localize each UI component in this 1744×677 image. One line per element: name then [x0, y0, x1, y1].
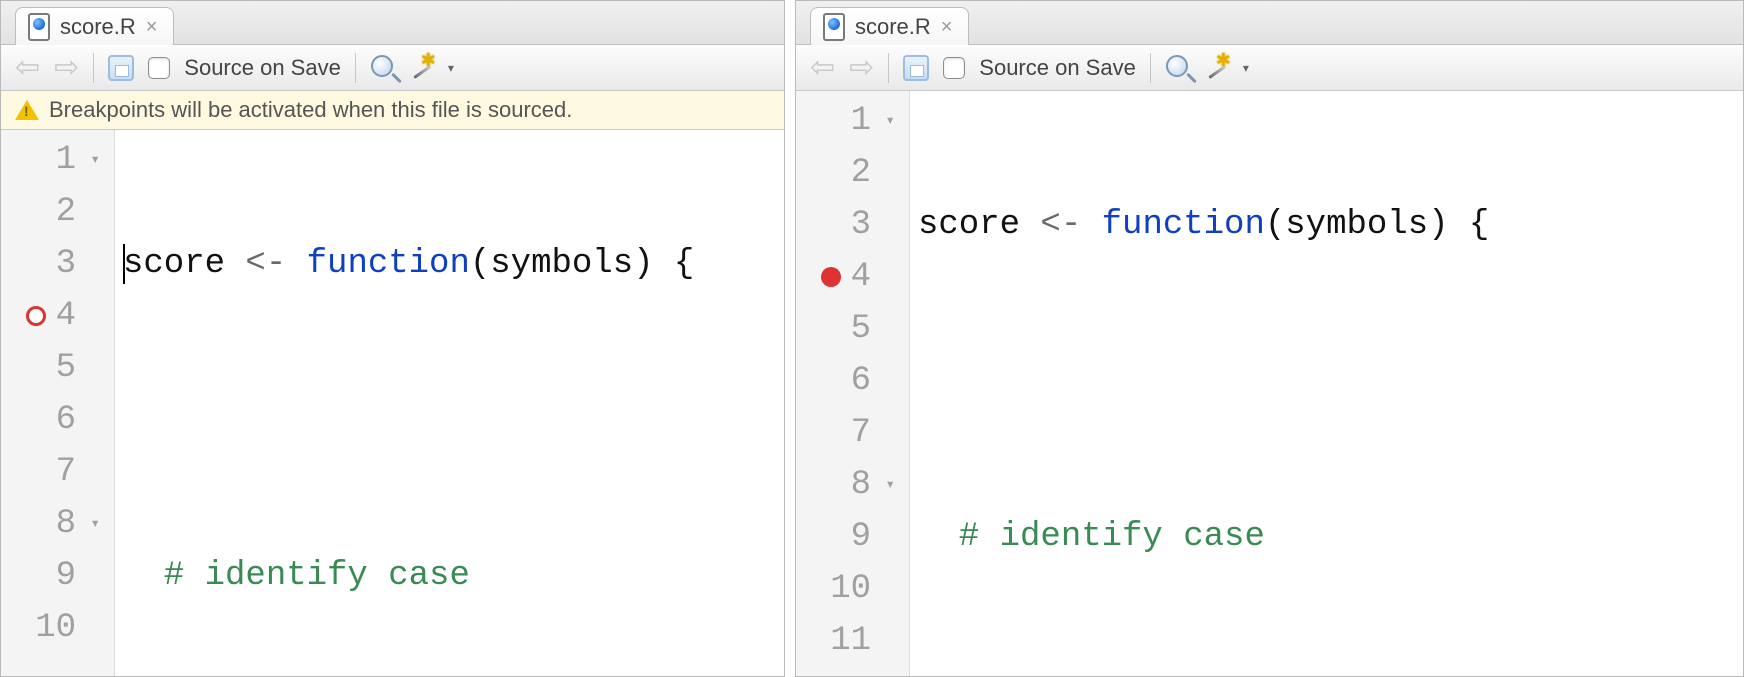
- source-on-save-label: Source on Save: [184, 55, 341, 81]
- wand-icon[interactable]: [1207, 54, 1237, 82]
- tab-label: score.R: [855, 14, 931, 40]
- search-icon[interactable]: [370, 54, 398, 82]
- toolbar: ⇦ ⇨ Source on Save ▾: [1, 45, 784, 91]
- nav-back-icon[interactable]: ⇦: [15, 53, 40, 83]
- fold-icon: ▾: [86, 516, 100, 532]
- editor-pane-left: score.R × ⇦ ⇨ Source on Save ▾ Breakpoin…: [0, 0, 785, 677]
- wand-dropdown-icon[interactable]: ▾: [448, 61, 454, 75]
- gutter[interactable]: 1▾ 2 3 4 5 6 7 8▾ 9 10: [1, 130, 115, 677]
- source-on-save-checkbox[interactable]: [943, 57, 965, 79]
- tab-score-r[interactable]: score.R ×: [15, 7, 174, 45]
- tab-bar: score.R ×: [1, 1, 784, 45]
- editor-pane-right: score.R × ⇦ ⇨ Source on Save ▾ 1▾ 2 3 4 …: [795, 0, 1744, 677]
- fold-icon: ▾: [881, 113, 895, 129]
- search-icon[interactable]: [1165, 54, 1193, 82]
- source-on-save-checkbox[interactable]: [148, 57, 170, 79]
- close-icon[interactable]: ×: [941, 17, 953, 37]
- save-icon[interactable]: [108, 55, 134, 81]
- tab-score-r[interactable]: score.R ×: [810, 7, 969, 45]
- toolbar: ⇦ ⇨ Source on Save ▾: [796, 45, 1743, 91]
- nav-back-icon[interactable]: ⇦: [810, 53, 835, 83]
- gutter[interactable]: 1▾ 2 3 4 5 6 7 8▾ 9 10 11: [796, 91, 910, 677]
- toolbar-divider: [888, 53, 889, 83]
- code-area[interactable]: score <- function(symbols) { # identify …: [910, 91, 1743, 677]
- toolbar-divider: [1150, 53, 1151, 83]
- nav-forward-icon[interactable]: ⇨: [54, 53, 79, 83]
- breakpoint-warning-bar: Breakpoints will be activated when this …: [1, 91, 784, 130]
- warning-icon: [15, 100, 39, 120]
- close-icon[interactable]: ×: [146, 17, 158, 37]
- code-editor[interactable]: 1▾ 2 3 4 5 6 7 8▾ 9 10 11 score <- funct…: [796, 91, 1743, 677]
- warning-message: Breakpoints will be activated when this …: [49, 97, 572, 123]
- source-on-save-label: Source on Save: [979, 55, 1136, 81]
- r-file-icon: [823, 13, 845, 41]
- tab-label: score.R: [60, 14, 136, 40]
- code-editor[interactable]: 1▾ 2 3 4 5 6 7 8▾ 9 10 score <- function…: [1, 130, 784, 677]
- fold-icon: ▾: [881, 477, 895, 493]
- wand-dropdown-icon[interactable]: ▾: [1243, 61, 1249, 75]
- nav-forward-icon[interactable]: ⇨: [849, 53, 874, 83]
- breakpoint-marker-hollow[interactable]: [26, 306, 46, 326]
- tab-bar: score.R ×: [796, 1, 1743, 45]
- r-file-icon: [28, 13, 50, 41]
- wand-icon[interactable]: [412, 54, 442, 82]
- toolbar-divider: [93, 53, 94, 83]
- breakpoint-marker-active[interactable]: [821, 267, 841, 287]
- fold-icon: ▾: [86, 152, 100, 168]
- save-icon[interactable]: [903, 55, 929, 81]
- toolbar-divider: [355, 53, 356, 83]
- code-area[interactable]: score <- function(symbols) { # identify …: [115, 130, 784, 677]
